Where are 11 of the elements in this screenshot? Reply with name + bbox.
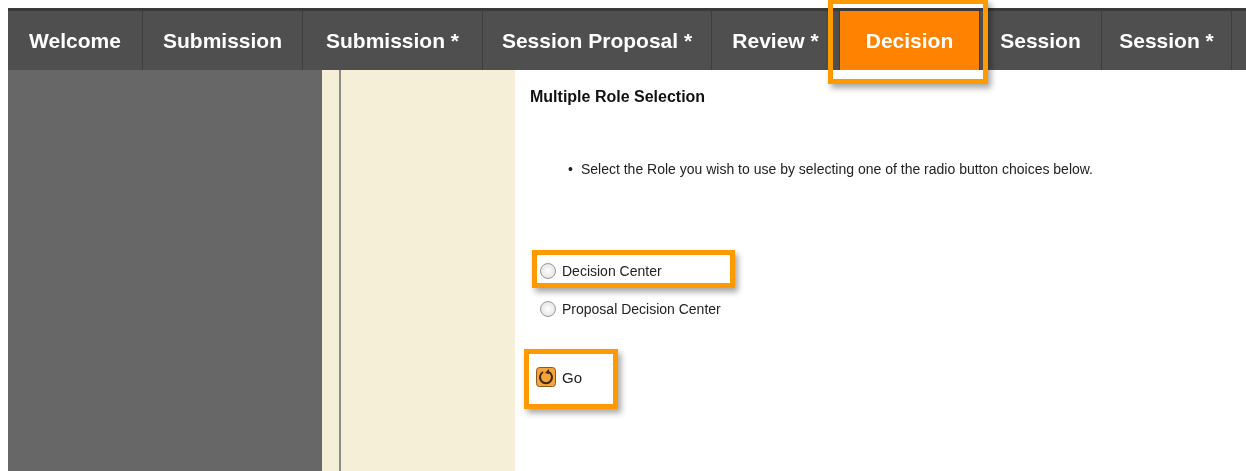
page-heading: Multiple Role Selection xyxy=(530,88,706,106)
refresh-icon xyxy=(536,367,556,387)
bullet-marker: • xyxy=(568,160,573,179)
role-label: Proposal Decision Center xyxy=(562,301,721,317)
nav-tab[interactable]: Session xyxy=(980,11,1102,70)
radio-button[interactable] xyxy=(540,263,556,279)
role-label: Decision Center xyxy=(562,263,662,279)
radio-button[interactable] xyxy=(540,301,556,317)
instruction-text: Select the Role you wish to use by selecting one of the radio button choices below. xyxy=(580,160,1093,179)
go-button[interactable]: Go xyxy=(536,367,582,387)
nav-tab[interactable]: Session * xyxy=(1102,11,1232,70)
